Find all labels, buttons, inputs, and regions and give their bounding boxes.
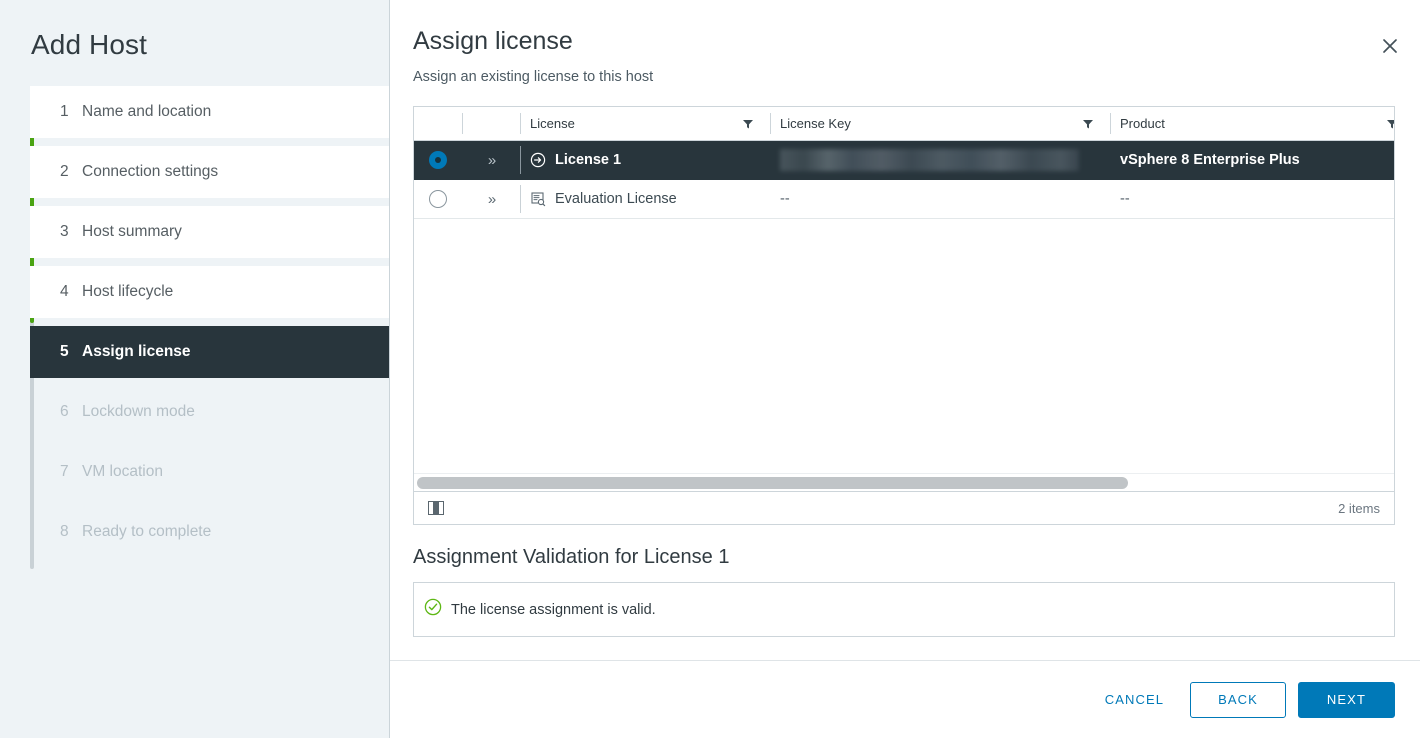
step-number: 7 xyxy=(60,463,69,480)
sidebar-item-vm-location: 7 VM location xyxy=(30,446,389,498)
next-button[interactable]: NEXT xyxy=(1297,681,1395,718)
license-datagrid: License License Key Product » License 1 … xyxy=(413,106,1395,525)
chevron-double-right-icon[interactable]: » xyxy=(488,152,496,169)
redacted-license-key xyxy=(780,149,1079,171)
page-subtitle: Assign an existing license to this host xyxy=(413,69,654,85)
sidebar-item-name-and-location[interactable]: 1 Name and location xyxy=(30,86,389,138)
step-number: 5 xyxy=(60,343,69,360)
validation-title: Assignment Validation for License 1 xyxy=(413,546,730,568)
table-row[interactable]: » License 1 vSphere 8 Enterprise Plus xyxy=(414,141,1394,180)
license-arrow-icon xyxy=(530,152,546,168)
step-label: Lockdown mode xyxy=(82,403,195,420)
cell-license-key xyxy=(770,141,1110,179)
column-header-license[interactable]: License xyxy=(520,107,770,140)
sidebar-item-ready-to-complete: 8 Ready to complete xyxy=(30,506,389,558)
datagrid-footer: 2 items xyxy=(414,491,1394,524)
radio-button-selected[interactable] xyxy=(429,151,447,169)
row-expand-cell[interactable]: » xyxy=(462,180,520,218)
license-name: License 1 xyxy=(555,152,622,168)
filter-icon[interactable] xyxy=(742,118,754,130)
chevron-double-right-icon[interactable]: » xyxy=(488,191,496,208)
step-label: VM location xyxy=(82,463,163,480)
step-number: 4 xyxy=(60,283,69,300)
sidebar-item-host-summary[interactable]: 3 Host summary xyxy=(30,206,389,258)
page-title: Assign license xyxy=(413,27,573,55)
validation-panel: The license assignment is valid. xyxy=(413,582,1395,637)
step-label: Connection settings xyxy=(82,163,219,180)
step-number: 6 xyxy=(60,403,69,420)
step-number: 8 xyxy=(60,523,69,540)
column-header-product[interactable]: Product xyxy=(1110,107,1394,140)
radio-button-unselected[interactable] xyxy=(429,190,447,208)
filter-icon[interactable] xyxy=(1082,118,1094,130)
cell-product: -- xyxy=(1110,180,1394,218)
wizard-main-pane: Assign license Assign an existing licens… xyxy=(390,0,1420,738)
column-picker-icon[interactable] xyxy=(428,501,444,515)
add-host-wizard-dialog: Add Host 1 Name and location 2 Connectio… xyxy=(0,0,1420,738)
sidebar-item-connection-settings[interactable]: 2 Connection settings xyxy=(30,146,389,198)
check-circle-icon xyxy=(424,598,442,621)
license-key-value: -- xyxy=(780,191,790,207)
cell-product: vSphere 8 Enterprise Plus xyxy=(1110,141,1394,179)
sidebar-item-assign-license[interactable]: 5 Assign license xyxy=(30,326,389,378)
scrollbar-thumb[interactable] xyxy=(417,476,1129,489)
product-name: -- xyxy=(1120,191,1130,207)
datagrid-header-row: License License Key Product xyxy=(414,107,1394,141)
row-select-cell[interactable] xyxy=(414,180,462,218)
column-header-select xyxy=(414,107,462,140)
wizard-step-list: 1 Name and location 2 Connection setting… xyxy=(0,86,389,569)
step-label: Ready to complete xyxy=(82,523,212,540)
filter-icon[interactable] xyxy=(1386,118,1394,130)
sidebar-item-lockdown-mode: 6 Lockdown mode xyxy=(30,386,389,438)
column-header-label: License Key xyxy=(780,116,851,131)
evaluation-license-icon xyxy=(530,191,546,207)
step-number: 1 xyxy=(60,103,69,120)
sidebar-item-host-lifecycle[interactable]: 4 Host lifecycle xyxy=(30,266,389,318)
validation-message: The license assignment is valid. xyxy=(451,601,656,618)
step-label: Assign license xyxy=(82,343,191,360)
back-button[interactable]: BACK xyxy=(1190,681,1286,718)
wizard-button-bar: CANCEL BACK NEXT xyxy=(390,660,1420,738)
license-name: Evaluation License xyxy=(555,191,677,207)
step-number: 3 xyxy=(60,223,69,240)
row-expand-cell[interactable]: » xyxy=(462,141,520,179)
step-label: Host lifecycle xyxy=(82,283,174,300)
row-select-cell[interactable] xyxy=(414,141,462,179)
items-count: 2 items xyxy=(1338,500,1380,516)
wizard-title: Add Host xyxy=(31,29,147,60)
column-header-license-key[interactable]: License Key xyxy=(770,107,1110,140)
table-row[interactable]: » Evaluation License -- -- xyxy=(414,180,1394,219)
column-header-label: Product xyxy=(1120,116,1165,131)
step-number: 2 xyxy=(60,163,69,180)
cell-license: License 1 xyxy=(520,141,770,179)
column-header-label: License xyxy=(530,116,575,131)
step-label: Name and location xyxy=(82,103,212,120)
close-icon[interactable] xyxy=(1374,30,1406,62)
wizard-sidebar: Add Host 1 Name and location 2 Connectio… xyxy=(0,0,390,738)
product-name: vSphere 8 Enterprise Plus xyxy=(1120,152,1300,168)
cell-license: Evaluation License xyxy=(520,180,770,218)
column-header-expand xyxy=(462,107,520,140)
cancel-button[interactable]: CANCEL xyxy=(1091,682,1178,718)
cell-license-key: -- xyxy=(770,180,1110,218)
datagrid-horizontal-scrollbar[interactable] xyxy=(414,473,1394,491)
step-label: Host summary xyxy=(82,223,182,240)
